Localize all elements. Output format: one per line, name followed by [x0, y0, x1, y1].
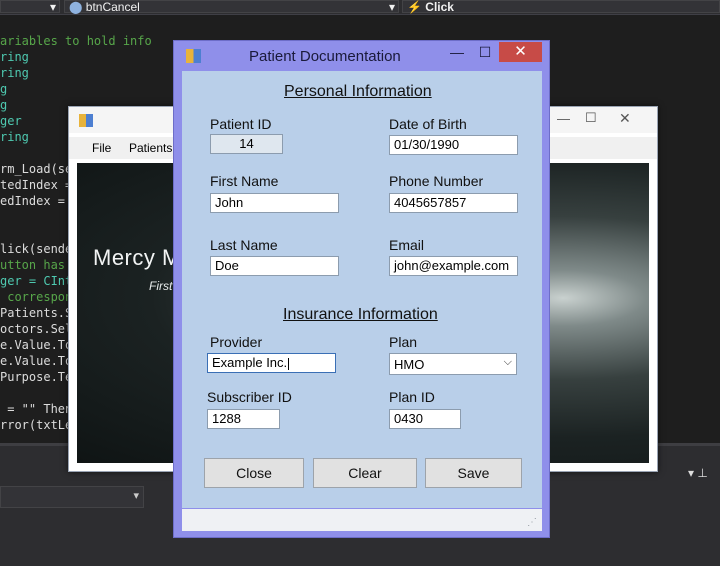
member-combo[interactable]: ⬤ btnCancel ▾: [64, 0, 399, 14]
plan-id-field[interactable]: 0430: [389, 409, 461, 429]
code-line: g: [0, 82, 8, 96]
banner-subtitle: First: [149, 279, 173, 293]
chevron-down-icon: ▾: [388, 0, 395, 14]
text-caret: [288, 357, 290, 370]
banner-title: Mercy M: [93, 245, 181, 270]
email-field[interactable]: john@example.com: [389, 256, 518, 276]
menu-patients[interactable]: Patients: [129, 141, 172, 155]
close-icon[interactable]: ✕: [619, 110, 631, 127]
event-combo[interactable]: ⚡ Click: [402, 0, 720, 14]
phone-number-label: Phone Number: [389, 173, 484, 189]
class-combo[interactable]: ▾: [0, 0, 60, 14]
ide-toolbar: ▾ ⬤ btnCancel ▾ ⚡ Click: [0, 0, 720, 15]
code-line: tedIndex =: [0, 178, 73, 192]
chevron-down-icon: ▾: [49, 0, 56, 14]
plan-id-label: Plan ID: [389, 389, 435, 405]
provider-field[interactable]: Example Inc.: [207, 353, 336, 373]
provider-label: Provider: [210, 334, 263, 350]
menu-file[interactable]: File: [92, 141, 111, 155]
code-line: g: [0, 98, 8, 112]
app-icon: [79, 114, 93, 127]
clear-button[interactable]: Clear: [313, 458, 417, 488]
member-combo-value: btnCancel: [85, 0, 140, 14]
lightning-icon: ⚡: [407, 0, 422, 14]
minimize-icon[interactable]: —: [442, 43, 472, 63]
date-of-birth-field[interactable]: 01/30/1990: [389, 135, 518, 155]
event-combo-value: Click: [425, 0, 454, 14]
code-line: ger: [0, 114, 22, 128]
code-line: ger = CInt: [0, 274, 73, 288]
code-line: ariables to hold info: [0, 34, 152, 48]
last-name-label: Last Name: [210, 237, 278, 253]
close-button[interactable]: Close: [204, 458, 304, 488]
code-line: = "" Then: [0, 402, 73, 416]
resize-grip-icon[interactable]: ⋰: [527, 517, 537, 528]
method-icon: ⬤: [69, 0, 83, 14]
first-name-label: First Name: [210, 173, 279, 189]
dialog-client-area: Personal Information Patient ID 14 Date …: [182, 71, 542, 508]
close-icon[interactable]: ✕: [499, 42, 542, 62]
chevron-down-icon: ⌵: [503, 356, 512, 368]
app-icon: [186, 49, 201, 63]
email-label: Email: [389, 237, 425, 253]
subscriber-id-field[interactable]: 1288: [207, 409, 280, 429]
plan-dropdown[interactable]: HMO ⌵: [389, 353, 517, 375]
pin-icon[interactable]: ▾ ⊥: [688, 466, 708, 480]
code-line: ring: [0, 66, 29, 80]
plan-label: Plan: [389, 334, 418, 350]
plan-selected-value: HMO: [394, 357, 425, 372]
provider-value: Example Inc.: [212, 355, 288, 370]
patient-id-label: Patient ID: [210, 116, 272, 132]
status-bar: ⋰: [182, 509, 542, 531]
phone-number-field[interactable]: 4045657857: [389, 193, 518, 213]
personal-information-heading: Personal Information: [284, 83, 432, 100]
save-button[interactable]: Save: [425, 458, 522, 488]
maximize-icon[interactable]: ☐: [585, 110, 597, 126]
chevron-down-icon: ▾: [133, 490, 139, 502]
code-line: rror(txtLe: [0, 418, 73, 432]
first-name-field[interactable]: John: [210, 193, 339, 213]
date-of-birth-label: Date of Birth: [389, 116, 467, 132]
code-line: ring: [0, 50, 29, 64]
maximize-icon[interactable]: ☐: [470, 43, 500, 63]
patient-documentation-dialog: Patient Documentation — ☐ ✕ Personal Inf…: [173, 40, 550, 538]
subscriber-id-label: Subscriber ID: [207, 389, 292, 405]
dialog-titlebar: Patient Documentation — ☐ ✕: [174, 41, 549, 71]
dialog-title: Patient Documentation: [249, 48, 401, 65]
code-line: correspon: [0, 290, 73, 304]
code-line: ring: [0, 130, 29, 144]
insurance-information-heading: Insurance Information: [283, 306, 438, 323]
last-name-field[interactable]: Doe: [210, 256, 339, 276]
patient-id-field[interactable]: 14: [210, 134, 283, 154]
minimize-icon[interactable]: —: [557, 111, 570, 126]
output-combo[interactable]: ▾: [0, 486, 144, 508]
